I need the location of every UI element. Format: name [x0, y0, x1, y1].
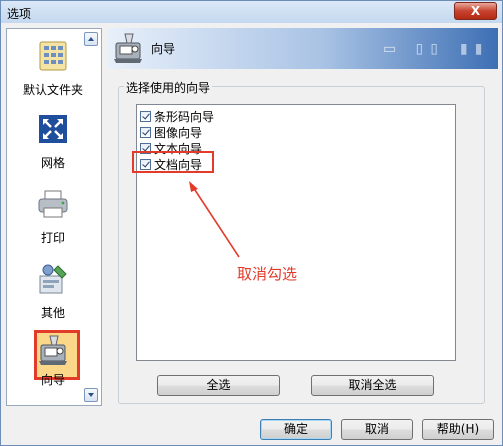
options-dialog: 选项 X 默认文件夹 网格 打印 其他 向导 向导 ▭ ▯▯ ▮▮ 选择使用的向… — [0, 0, 503, 446]
sidebar-item-label: 向导 — [40, 373, 65, 387]
sidebar-item-label: 其他 — [40, 306, 65, 320]
ok-button[interactable]: 确定 — [260, 419, 332, 440]
list-item-label: 条形码向导 — [154, 109, 215, 124]
group-legend: 选择使用的向导 — [124, 79, 213, 96]
annotation-highlight-box — [132, 151, 214, 173]
close-button[interactable]: X — [454, 2, 497, 20]
sidebar-scroll-down-button[interactable] — [84, 388, 98, 402]
chevron-down-icon — [88, 393, 94, 397]
misc-tools-icon — [39, 264, 67, 294]
category-sidebar: 默认文件夹 网格 打印 其他 向导 — [6, 28, 102, 406]
sidebar-item-label: 网格 — [40, 156, 65, 170]
annotation-arrow-icon — [189, 181, 240, 258]
checkbox[interactable] — [140, 110, 151, 122]
list-item[interactable]: 条形码向导 — [140, 108, 214, 124]
annotation-text: 取消勾选 — [237, 265, 298, 283]
page-header: 向导 ▭ ▯▯ ▮▮ — [107, 28, 498, 69]
printer-icon — [38, 190, 68, 218]
sidebar-item-grid[interactable]: 网格 — [13, 112, 93, 171]
cancel-button[interactable]: 取消 — [341, 419, 413, 440]
sidebar-item-misc[interactable]: 其他 — [13, 262, 93, 321]
grid-arrows-icon — [39, 115, 67, 143]
folder-grid-icon — [39, 41, 67, 71]
list-item-label: 图像向导 — [154, 125, 203, 140]
header-decoration: ▭ ▯▯ ▮▮ — [384, 38, 488, 59]
title-bar: 选项 X — [1, 1, 502, 23]
sidebar-item-print[interactable]: 打印 — [13, 187, 93, 246]
select-all-button[interactable]: 全选 — [157, 375, 280, 396]
window-title: 选项 — [7, 7, 32, 21]
wizard-icon — [39, 335, 67, 365]
sidebar-item-default-folder[interactable]: 默认文件夹 — [13, 39, 93, 98]
checkbox[interactable] — [140, 126, 151, 138]
list-item[interactable]: 图像向导 — [140, 124, 202, 140]
sidebar-item-label: 打印 — [40, 231, 65, 245]
sidebar-item-label: 默认文件夹 — [22, 83, 83, 97]
wizard-icon — [114, 33, 142, 63]
sidebar-item-wizard[interactable]: 向导 — [13, 333, 93, 388]
deselect-all-button[interactable]: 取消全选 — [311, 375, 434, 396]
page-title: 向导 — [151, 42, 176, 56]
help-button[interactable]: 帮助(H) — [422, 419, 494, 440]
